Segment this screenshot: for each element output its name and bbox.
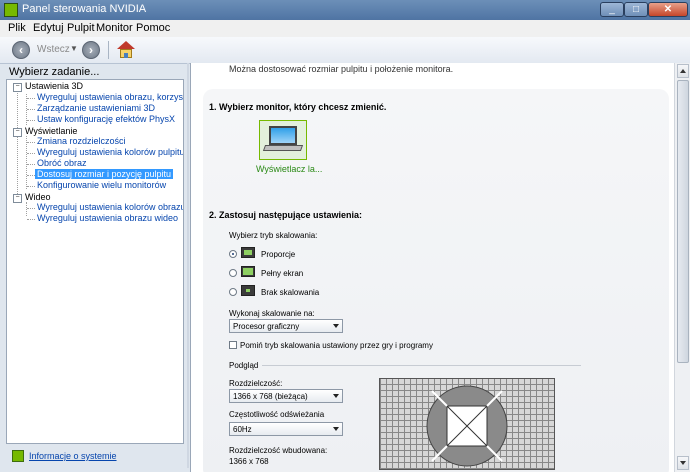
forward-button[interactable]: › (82, 41, 100, 59)
collapse-icon[interactable]: − (13, 128, 22, 137)
window-title: Panel sterowania NVIDIA (22, 3, 147, 15)
toolbar: ‹ Wstecz ▼ › (0, 37, 690, 64)
system-info-link[interactable]: Informacje o systemie (8, 448, 186, 468)
native-resolution-label: Rozdzielczość wbudowana: (229, 446, 328, 455)
native-resolution-value: 1366 x 768 (229, 457, 269, 466)
option-full-screen[interactable]: Pełny ekran (261, 269, 303, 278)
chevron-down-icon (333, 324, 339, 328)
scroll-thumb[interactable] (677, 80, 689, 363)
option-aspect-ratio[interactable]: Proporcje (261, 250, 295, 259)
display-preview (379, 378, 555, 470)
menu-edit[interactable]: Edytuj (33, 22, 64, 34)
refresh-rate-label: Częstotliwość odświeżania (229, 410, 325, 419)
preview-label: Podgląd (229, 361, 259, 370)
monitor-label[interactable]: Wyświetlacz la... (256, 164, 322, 174)
collapse-icon[interactable]: − (13, 194, 22, 203)
scroll-down-button[interactable] (677, 456, 689, 470)
aspect-ratio-icon (241, 247, 255, 258)
category-video[interactable]: Wideo (25, 192, 51, 202)
chevron-down-icon (333, 394, 339, 398)
back-dropdown-icon[interactable]: ▼ (70, 44, 78, 53)
page-description: Można dostosować rozmiar pulpitu i położ… (229, 64, 454, 74)
task-multiple-displays[interactable]: Konfigurowanie wielu monitorów (37, 180, 166, 190)
radio-aspect-ratio[interactable] (229, 250, 237, 258)
section1-heading: 1. Wybierz monitor, który chcesz zmienić… (209, 102, 387, 112)
menu-desktop[interactable]: Pulpit (67, 22, 95, 34)
no-scaling-icon (241, 285, 255, 296)
menu-monitor[interactable]: Monitor (96, 22, 133, 34)
task-video-image[interactable]: Wyreguluj ustawienia obrazu wideo (37, 213, 178, 223)
task-manage-3d-settings[interactable]: Zarządzanie ustawieniami 3D (37, 103, 155, 113)
task-adjust-image-settings[interactable]: Wyreguluj ustawienia obrazu, korzystając… (37, 92, 183, 102)
vertical-scrollbar[interactable] (674, 63, 690, 472)
perform-scaling-select[interactable]: Procesor graficzny (229, 319, 343, 333)
menu-file[interactable]: Plik (8, 22, 26, 34)
settings-panel: 1. Wybierz monitor, który chcesz zmienić… (203, 89, 669, 472)
radio-full-screen[interactable] (229, 269, 237, 277)
section2-heading: 2. Zastosuj następujące ustawienia: (209, 210, 363, 220)
chevron-down-icon (333, 427, 339, 431)
task-desktop-size-position[interactable]: Dostosuj rozmiar i pozycję pulpitu (35, 169, 174, 179)
perform-scaling-label: Wykonaj skalowanie na: (229, 309, 315, 318)
task-rotate-display[interactable]: Obróć obraz (37, 158, 87, 168)
resolution-label: Rozdzielczość: (229, 379, 283, 388)
sidebar-header: Wybierz zadanie... (9, 66, 100, 78)
main-content: Można dostosować rozmiar pulpitu i położ… (190, 63, 675, 472)
maximize-button[interactable]: □ (624, 2, 648, 17)
menu-help[interactable]: Pomoc (136, 22, 170, 34)
title-bar: Panel sterowania NVIDIA _ □ ✕ (0, 0, 690, 20)
task-desktop-color[interactable]: Wyreguluj ustawienia kolorów pulpitu (37, 147, 183, 157)
menu-bar: Plik Edytuj Pulpit Monitor Pomoc (0, 20, 690, 38)
monitor-tile[interactable] (259, 120, 307, 160)
category-display[interactable]: Wyświetlanie (25, 126, 77, 136)
minimize-button[interactable]: _ (600, 2, 624, 17)
override-scaling-label[interactable]: Pomiń tryb skalowania ustawiony przez gr… (240, 341, 433, 350)
laptop-icon (269, 126, 297, 145)
refresh-rate-select[interactable]: 60Hz (229, 422, 343, 436)
task-change-resolution[interactable]: Zmiana rozdzielczości (37, 136, 126, 146)
collapse-icon[interactable]: − (13, 83, 22, 92)
home-icon[interactable] (116, 40, 136, 60)
preview-divider (262, 365, 581, 366)
category-3d-settings[interactable]: Ustawienia 3D (25, 81, 83, 91)
close-button[interactable]: ✕ (648, 2, 688, 17)
back-label[interactable]: Wstecz (37, 44, 70, 55)
task-tree: − Ustawienia 3D Wyreguluj ustawienia obr… (6, 79, 184, 444)
resolution-select[interactable]: 1366 x 768 (bieżąca) (229, 389, 343, 403)
nvidia-app-icon (4, 3, 18, 17)
task-physx-config[interactable]: Ustaw konfigurację efektów PhysX (37, 114, 175, 124)
radio-no-scaling[interactable] (229, 288, 237, 296)
option-no-scaling[interactable]: Brak skalowania (261, 288, 319, 297)
override-scaling-checkbox[interactable] (229, 341, 237, 349)
scaling-mode-label: Wybierz tryb skalowania: (229, 231, 318, 240)
scroll-up-button[interactable] (677, 64, 689, 78)
task-video-color[interactable]: Wyreguluj ustawienia kolorów obrazu wide… (37, 202, 183, 212)
pane-splitter[interactable] (187, 63, 189, 468)
toolbar-separator (108, 41, 109, 59)
full-screen-icon (241, 266, 255, 277)
back-button[interactable]: ‹ (12, 41, 30, 59)
info-icon (12, 450, 24, 462)
